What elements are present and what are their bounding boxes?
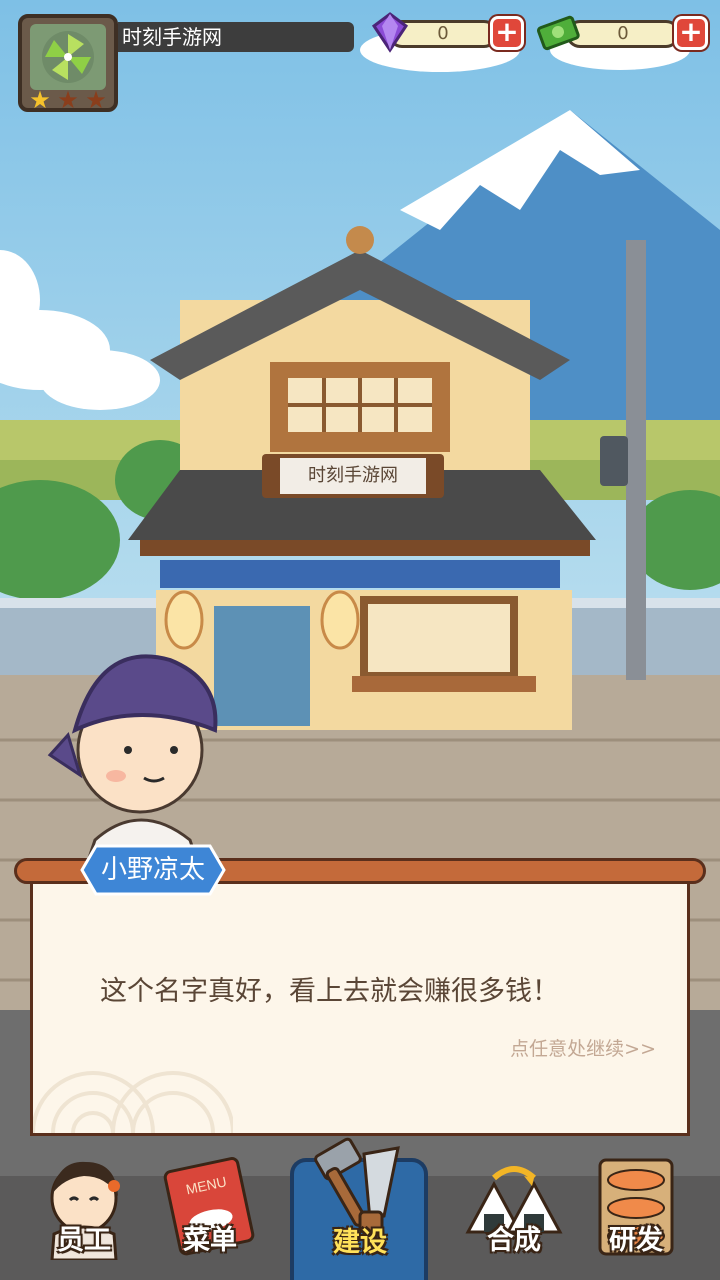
nav-menu-label: 菜单 <box>183 1225 237 1256</box>
cash-count: 0 <box>617 23 629 44</box>
nav-menu-button[interactable]: MENU 菜单 <box>150 1140 270 1280</box>
player-name: 时刻手游网 <box>118 22 354 52</box>
gem-icon <box>371 12 409 53</box>
pinwheel-icon <box>42 31 94 83</box>
nav-research-button[interactable]: 研发 <box>576 1140 696 1280</box>
add-cash-button[interactable]: + <box>674 16 708 50</box>
nav-build-button[interactable]: 建设 <box>300 1137 420 1280</box>
player-avatar-frame[interactable]: ★ ★ ★ <box>18 14 118 112</box>
gem-count: 0 <box>437 23 449 44</box>
speaker-name: 小野凉太 <box>100 855 205 885</box>
star-empty-icon: ★ <box>57 86 79 114</box>
cash-counter: 0 <box>566 20 680 48</box>
dialog-text: 这个名字真好，看上去就会赚很多钱！ <box>100 976 559 1007</box>
nav-build-label: 建设 <box>333 1227 387 1258</box>
cash-icon <box>537 15 580 51</box>
add-gems-button[interactable]: + <box>490 16 524 50</box>
star-empty-icon: ★ <box>85 86 107 114</box>
nav-staff-button[interactable]: 员工 <box>24 1140 144 1280</box>
star-filled-icon: ★ <box>29 86 51 114</box>
character-portrait <box>47 654 218 870</box>
nav-merge-label: 合成 <box>487 1225 541 1256</box>
nav-staff-label: 员工 <box>57 1225 111 1256</box>
nav-research-label: 研发 <box>609 1225 663 1256</box>
nav-merge-button[interactable]: 合成 <box>454 1140 574 1280</box>
wave-pattern-decoration <box>33 1071 233 1133</box>
shop-sign-text: 时刻手游网 <box>308 465 398 486</box>
continue-hint[interactable]: 点任意处继续>> <box>440 1034 656 1064</box>
